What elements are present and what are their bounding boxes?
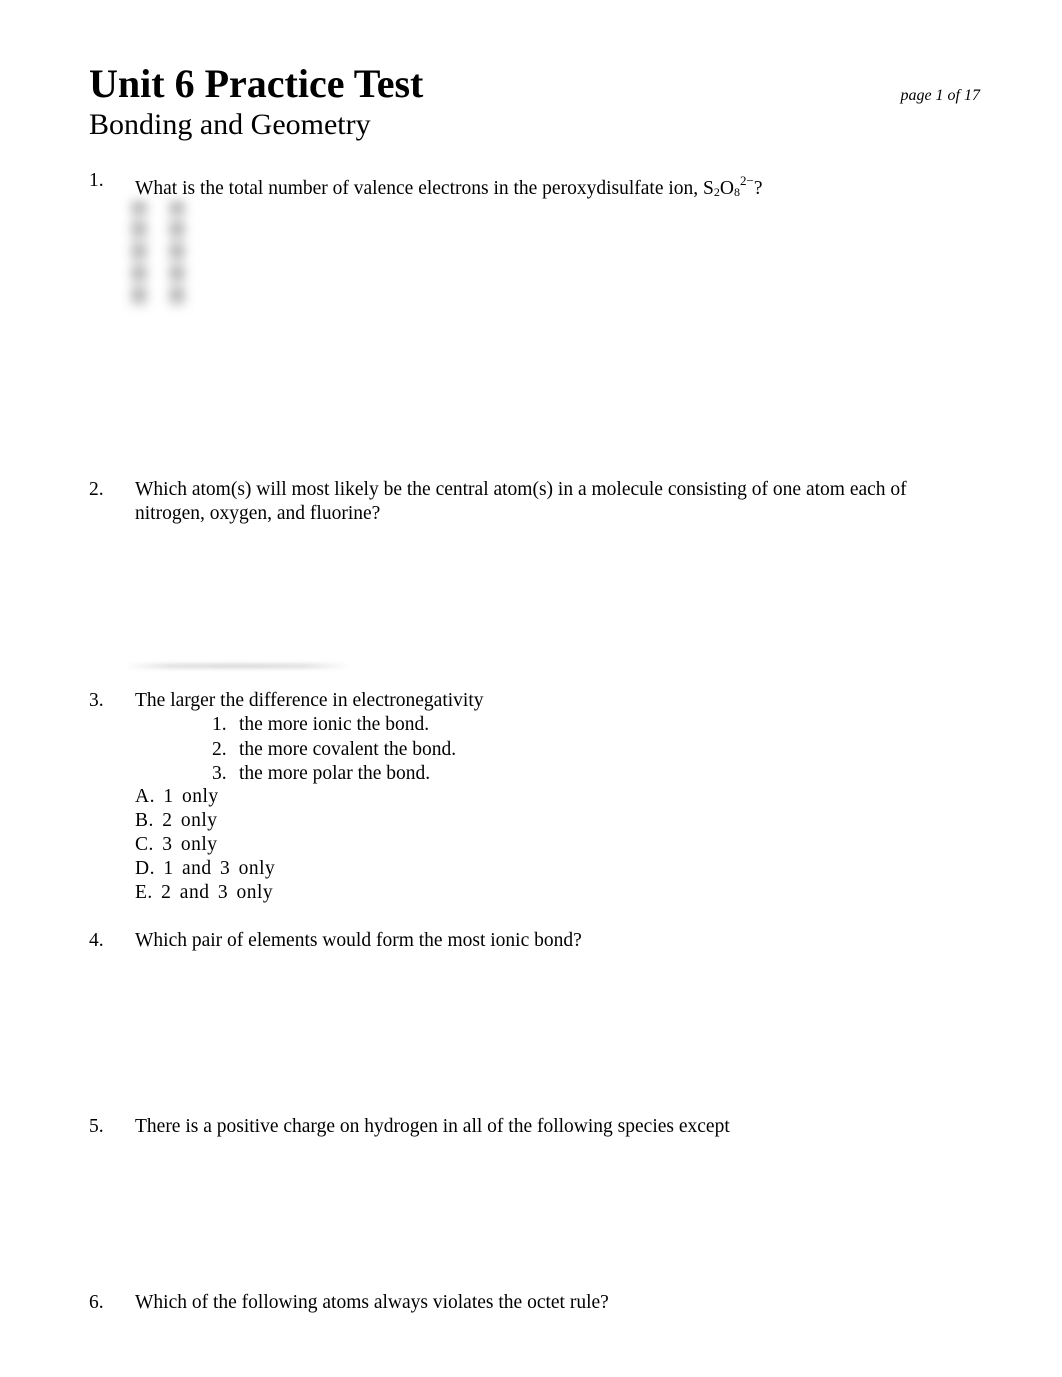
document-subtitle: Bonding and Geometry [89, 108, 371, 141]
question-text-part: What is the total number of valence elec… [135, 178, 714, 199]
obscured-column [169, 201, 185, 307]
obscured-answer-choices [125, 195, 197, 313]
question-number: 6. [89, 1292, 104, 1313]
document-page: Unit 6 Practice Test Bonding and Geometr… [0, 0, 1062, 1377]
answer-choice-a: A. 1 only [135, 786, 219, 807]
question-text: Which of the following atoms always viol… [135, 1292, 609, 1313]
statement-number: 3. [212, 763, 227, 784]
question-text-part: O [719, 178, 734, 199]
statement-text: the more covalent the bond. [239, 738, 457, 760]
superscript-charge: 2− [739, 173, 754, 188]
statement-number: 2. [212, 738, 227, 760]
question-number: 4. [89, 930, 104, 951]
statement-item: 1. the more ionic the bond. [212, 713, 456, 738]
statement-text: the more ionic the bond. [239, 714, 430, 735]
question-text: There is a positive charge on hydrogen i… [135, 1116, 730, 1137]
obscured-column [131, 201, 147, 307]
question-number: 5. [89, 1116, 104, 1137]
question-number: 1. [89, 170, 104, 191]
question-text: Which pair of elements would form the mo… [135, 930, 582, 951]
statement-list: 1. the more ionic the bond. 2. the more co… [212, 713, 456, 787]
question-number: 3. [89, 690, 104, 711]
statement-number: 1. [212, 714, 227, 735]
question-text: Which atom(s) will most likely be the ce… [135, 479, 907, 524]
statement-item: 2. the more covalent the bond. [212, 738, 456, 763]
question-text: What is the total number of valence elec… [135, 169, 762, 204]
answer-choice-d: D. 1 and 3 only [135, 858, 276, 879]
statement-item: 3. the more polar the bond. [212, 762, 456, 787]
question-text-part: ? [753, 178, 763, 199]
answer-choice-c: C. 3 only [135, 834, 218, 855]
obscured-line [125, 664, 350, 668]
statement-text: the more polar the bond. [239, 763, 431, 784]
answer-choices: A. 1 only B. 2 only C. 3 only D. 1 and 3… [135, 785, 275, 905]
answer-choice-b: B. 2 only [135, 810, 218, 831]
question-text: The larger the difference in electronega… [135, 690, 484, 711]
answer-choice-e: E. 2 and 3 only [135, 882, 274, 903]
document-title: Unit 6 Practice Test [89, 61, 424, 106]
page-indicator: page 1 of 17 [900, 87, 980, 104]
question-number: 2. [89, 479, 104, 500]
